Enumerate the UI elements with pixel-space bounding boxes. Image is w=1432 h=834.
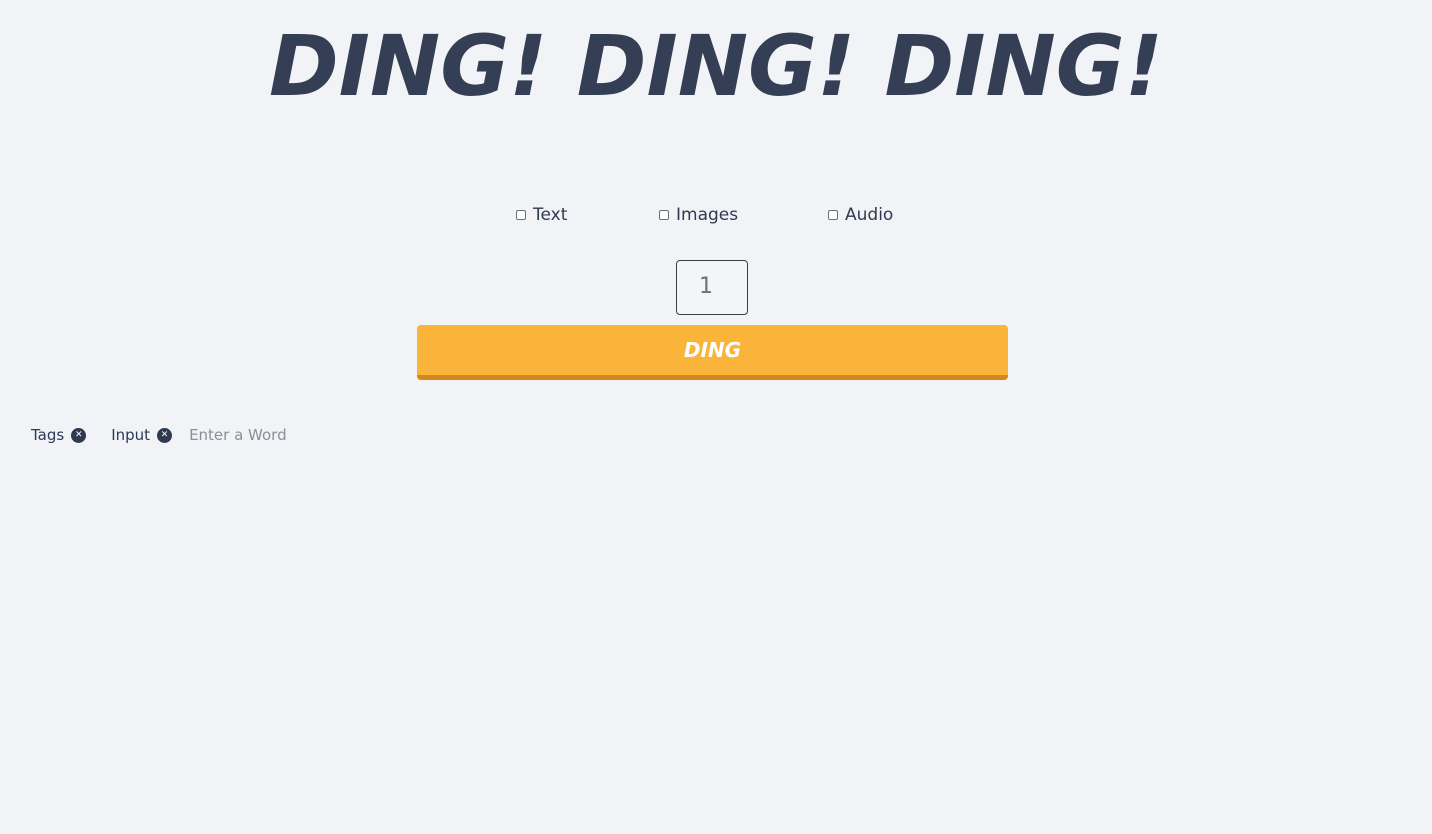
- option-text-label: Text: [533, 205, 568, 225]
- option-audio-label: Audio: [845, 205, 894, 225]
- tag-input-label: Input: [111, 426, 151, 444]
- content-type-options: Text Images Audio: [0, 203, 1432, 229]
- ding-button[interactable]: DING: [417, 325, 1008, 380]
- tag-input: Input ✕: [111, 426, 173, 444]
- audio-checkbox[interactable]: [828, 210, 838, 220]
- close-circle-icon[interactable]: ✕: [71, 427, 87, 443]
- option-audio[interactable]: Audio: [828, 203, 893, 227]
- images-checkbox[interactable]: [659, 210, 669, 220]
- tag-tags: Tags ✕: [31, 426, 87, 444]
- option-images-label: Images: [676, 205, 739, 225]
- tag-tags-label: Tags: [31, 426, 65, 444]
- close-circle-icon[interactable]: ✕: [157, 427, 173, 443]
- page: DING! DING! DING! Text Images Audio 1 DI…: [0, 0, 1432, 834]
- page-title: DING! DING! DING!: [268, 17, 1164, 115]
- option-text[interactable]: Text: [516, 203, 567, 227]
- word-input[interactable]: [189, 426, 390, 444]
- tag-row: Tags ✕ Input ✕: [31, 423, 390, 447]
- option-images[interactable]: Images: [659, 203, 738, 227]
- count-input[interactable]: 1: [676, 260, 748, 315]
- text-checkbox[interactable]: [516, 210, 526, 220]
